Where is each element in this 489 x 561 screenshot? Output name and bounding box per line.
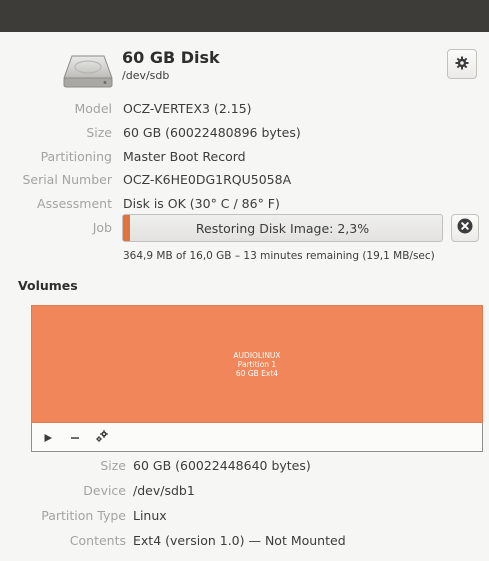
harddisk-icon — [62, 48, 114, 90]
property-label: Size — [86, 125, 112, 140]
property-row-partitioning: Partitioning Master Boot Record — [0, 149, 489, 171]
property-label: Assessment — [37, 196, 112, 211]
property-value: Disk is OK (30° C / 86° F) — [123, 196, 280, 211]
cancel-icon — [457, 218, 473, 238]
volume-row-device: Device /dev/sdb1 — [0, 483, 489, 505]
partition-info: 60 GB Ext4 — [235, 368, 279, 378]
disk-menu-button[interactable] — [447, 49, 477, 79]
property-value: Master Boot Record — [123, 149, 246, 164]
minus-icon — [70, 428, 80, 447]
property-label: Model — [74, 101, 112, 116]
title-bar — [0, 0, 489, 32]
gears-icon — [95, 428, 109, 447]
volume-row-partition-type: Partition Type Linux — [0, 508, 489, 530]
partition-options-button[interactable] — [94, 429, 110, 445]
property-row-size: Size 60 GB (60022480896 bytes) — [0, 125, 489, 147]
job-progress-text: Restoring Disk Image: 2,3% — [195, 221, 370, 236]
property-row-serial: Serial Number OCZ-K6HE0DG1RQU5058A — [0, 172, 489, 194]
volume-label: Partition Type — [41, 508, 126, 523]
volume-label: Device — [83, 483, 126, 498]
gear-icon — [455, 55, 469, 74]
volume-value: 60 GB (60022448640 bytes) — [133, 458, 311, 473]
property-label: Job — [92, 220, 112, 235]
property-row-model: Model OCZ-VERTEX3 (2.15) — [0, 101, 489, 123]
volume-value: /dev/sdb1 — [133, 483, 195, 498]
property-value: OCZ-VERTEX3 (2.15) — [123, 101, 252, 116]
property-label: Partitioning — [40, 149, 112, 164]
disk-title: 60 GB Disk — [122, 48, 220, 67]
volume-row-contents: Contents Ext4 (version 1.0) — Not Mounte… — [0, 533, 489, 555]
play-icon — [43, 428, 53, 447]
disk-path: /dev/sdb — [122, 69, 170, 82]
volume-label: Size — [100, 458, 126, 473]
property-value: OCZ-K6HE0DG1RQU5058A — [123, 172, 292, 187]
volume-value: Ext4 (version 1.0) — Not Mounted — [133, 533, 346, 548]
delete-partition-button[interactable] — [67, 429, 83, 445]
volume-toolbar — [31, 423, 483, 452]
mount-button[interactable] — [40, 429, 56, 445]
cancel-job-button[interactable] — [451, 214, 479, 242]
volume-label: Contents — [69, 533, 126, 548]
volume-value: Linux — [133, 508, 167, 523]
job-detail-text: 364,9 MB of 16,0 GB – 13 minutes remaini… — [123, 250, 435, 262]
volume-map: AUDIOLINUX Partition 1 60 GB Ext4 — [31, 305, 483, 423]
volume-row-size: Size 60 GB (60022448640 bytes) — [0, 458, 489, 480]
partition-number: Partition 1 — [237, 359, 277, 369]
partition-block[interactable]: AUDIOLINUX Partition 1 60 GB Ext4 — [32, 306, 482, 422]
volumes-heading: Volumes — [18, 278, 78, 293]
job-progress-bar: Restoring Disk Image: 2,3% — [122, 214, 443, 242]
partition-label: AUDIOLINUX — [233, 350, 281, 360]
property-label: Serial Number — [22, 172, 112, 187]
property-value: 60 GB (60022480896 bytes) — [123, 125, 301, 140]
